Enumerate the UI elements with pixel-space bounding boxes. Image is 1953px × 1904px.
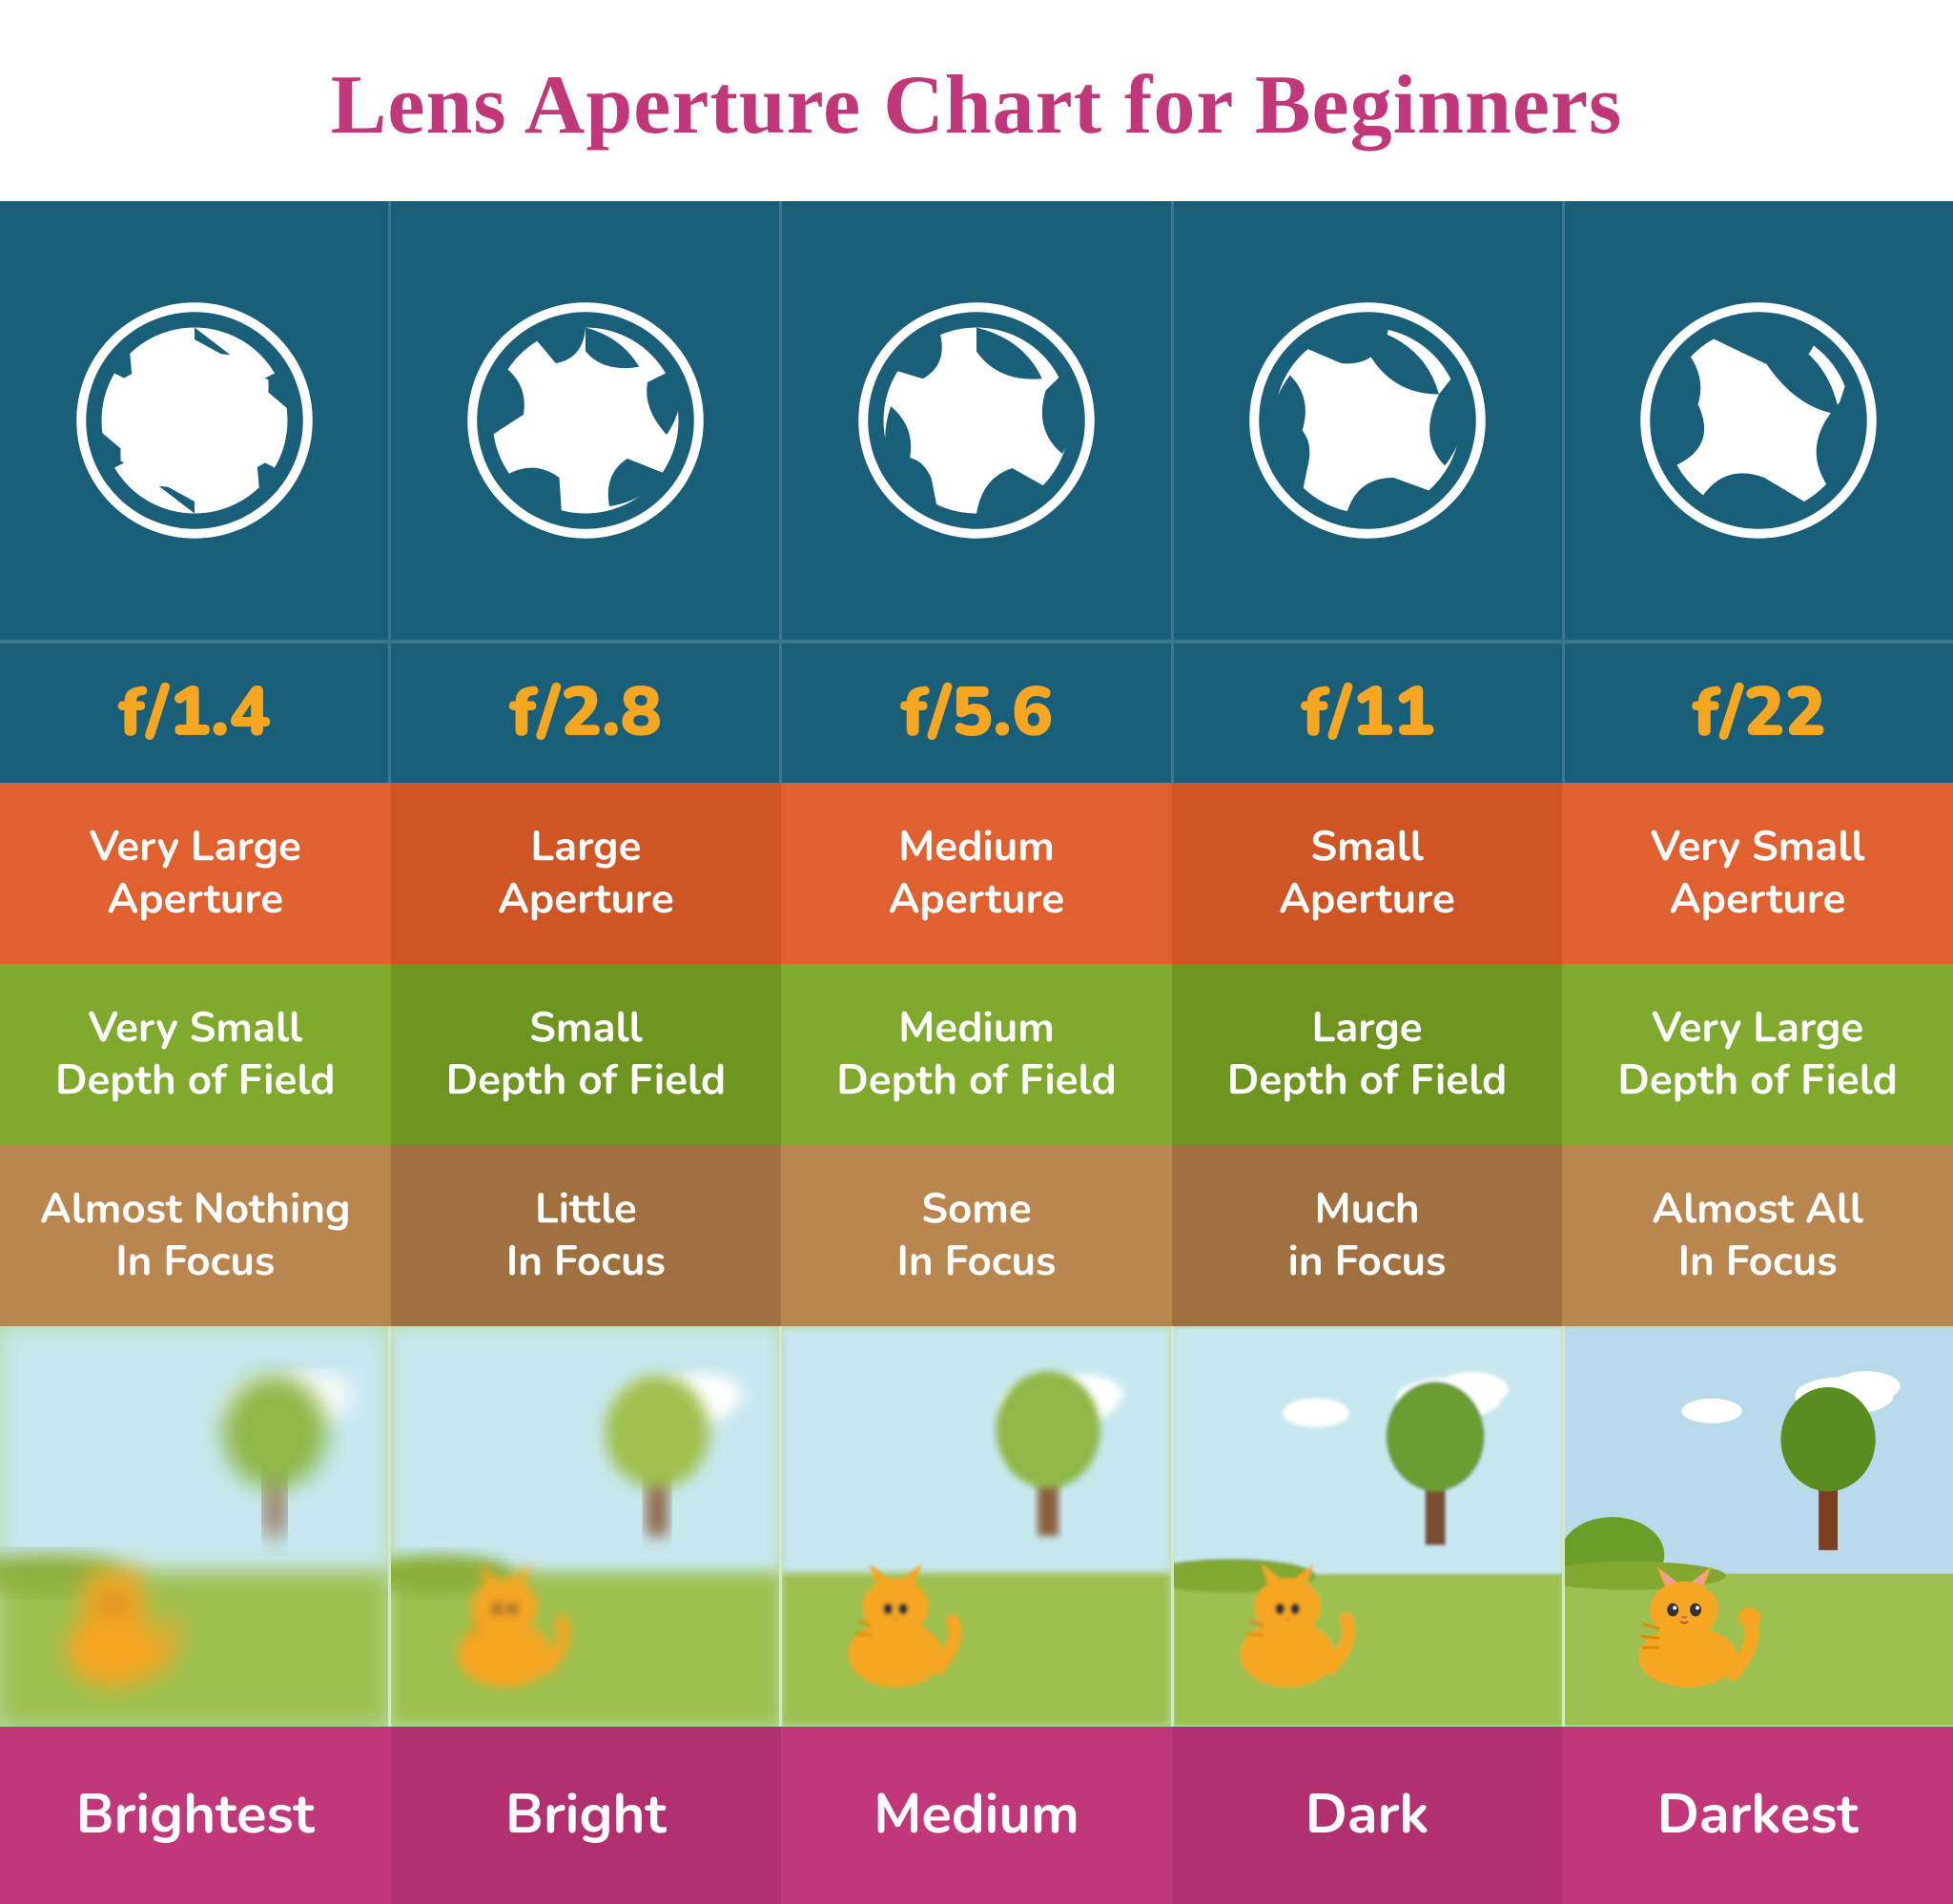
brightness-cell-2: Bright (391, 1727, 782, 1904)
focus-label-1: Almost NothingIn Focus (40, 1183, 351, 1288)
focus-label-5: Almost AllIn Focus (1652, 1183, 1863, 1288)
dof-label-1: Very SmallDepth of Field (55, 1002, 336, 1107)
fstop-value-2: f/2.8 (509, 670, 662, 756)
dof-cell-3: MediumDepth of Field (781, 964, 1172, 1145)
aperture-cell-4: SmallAperture (1172, 783, 1563, 964)
row-focus: Almost NothingIn Focus LittleIn Focus So… (0, 1145, 1953, 1326)
focus-label-2: LittleIn Focus (506, 1183, 666, 1288)
aperture-cell-1: Very LargeAperture (0, 783, 391, 964)
aperture-icon-5 (1639, 301, 1878, 540)
icon-cell-5 (1565, 201, 1953, 640)
scene-cell-2 (391, 1326, 782, 1727)
dof-cell-5: Very LargeDepth of Field (1562, 964, 1953, 1145)
chart: f/1.4 f/2.8 f/5.6 f/11 f/22 Very LargeAp… (0, 201, 1953, 1904)
dof-label-5: Very LargeDepth of Field (1617, 1002, 1898, 1107)
fstop-value-3: f/5.6 (900, 670, 1053, 756)
fstop-cell-2: f/2.8 (391, 640, 782, 783)
scene-svg-4 (1174, 1326, 1562, 1727)
scene-cell-4 (1174, 1326, 1565, 1727)
scene-cell-5 (1565, 1326, 1953, 1727)
dof-label-4: LargeDepth of Field (1227, 1002, 1508, 1107)
brightness-cell-3: Medium (781, 1727, 1172, 1904)
focus-cell-2: LittleIn Focus (391, 1145, 782, 1326)
aperture-label-5: Very SmallAperture (1651, 821, 1865, 926)
focus-cell-3: SomeIn Focus (781, 1145, 1172, 1326)
fstop-cell-4: f/11 (1174, 640, 1565, 783)
row-scene (0, 1326, 1953, 1727)
fstop-value-5: f/22 (1692, 670, 1825, 756)
dof-cell-4: LargeDepth of Field (1172, 964, 1563, 1145)
page: Lens Aperture Chart for Beginners (0, 0, 1953, 1904)
row-fstop: f/1.4 f/2.8 f/5.6 f/11 f/22 (0, 640, 1953, 783)
focus-cell-1: Almost NothingIn Focus (0, 1145, 391, 1326)
page-title: Lens Aperture Chart for Beginners (293, 0, 1661, 201)
brightness-cell-5: Darkest (1562, 1727, 1953, 1904)
focus-label-3: SomeIn Focus (896, 1183, 1056, 1288)
focus-label-4: Muchin Focus (1288, 1183, 1447, 1288)
focus-cell-5: Almost AllIn Focus (1562, 1145, 1953, 1326)
aperture-cell-5: Very SmallAperture (1562, 783, 1953, 964)
fstop-cell-3: f/5.6 (782, 640, 1173, 783)
aperture-label-2: LargeAperture (498, 821, 674, 926)
scene-svg-5 (1565, 1326, 1953, 1727)
icon-cell-2 (391, 201, 782, 640)
aperture-label-4: SmallAperture (1279, 821, 1455, 926)
brightness-label-3: Medium (874, 1781, 1079, 1851)
aperture-icon-1 (75, 301, 314, 540)
scene-svg-2 (391, 1326, 779, 1727)
fstop-value-4: f/11 (1301, 670, 1434, 756)
scene-cell-3 (782, 1326, 1173, 1727)
icon-cell-3 (782, 201, 1173, 640)
scene-svg-3 (782, 1326, 1170, 1727)
aperture-cell-3: MediumAperture (781, 783, 1172, 964)
scene-cell-1 (0, 1326, 391, 1727)
dof-label-3: MediumDepth of Field (836, 1002, 1117, 1107)
brightness-label-2: Bright (505, 1781, 667, 1851)
aperture-label-1: Very LargeAperture (90, 821, 301, 926)
brightness-label-4: Dark (1305, 1781, 1429, 1851)
icon-cell-4 (1174, 201, 1565, 640)
scene-svg-1 (0, 1326, 388, 1727)
aperture-label-3: MediumAperture (889, 821, 1065, 926)
brightness-cell-1: Brightest (0, 1727, 391, 1904)
dof-cell-2: SmallDepth of Field (391, 964, 782, 1145)
aperture-cell-2: LargeAperture (391, 783, 782, 964)
row-icons (0, 201, 1953, 640)
fstop-cell-5: f/22 (1565, 640, 1953, 783)
dof-label-2: SmallDepth of Field (446, 1002, 727, 1107)
aperture-icon-4 (1248, 301, 1487, 540)
dof-cell-1: Very SmallDepth of Field (0, 964, 391, 1145)
row-aperture: Very LargeAperture LargeAperture MediumA… (0, 783, 1953, 964)
icon-cell-1 (0, 201, 391, 640)
brightness-label-5: Darkest (1657, 1781, 1859, 1851)
row-dof: Very SmallDepth of Field SmallDepth of F… (0, 964, 1953, 1145)
focus-cell-4: Muchin Focus (1172, 1145, 1563, 1326)
aperture-icon-2 (466, 301, 705, 540)
row-brightness: Brightest Bright Medium Dark Darkest (0, 1727, 1953, 1904)
aperture-icon-3 (857, 301, 1096, 540)
fstop-value-1: f/1.4 (118, 670, 271, 756)
brightness-cell-4: Dark (1172, 1727, 1563, 1904)
fstop-cell-1: f/1.4 (0, 640, 391, 783)
brightness-label-1: Brightest (76, 1781, 315, 1851)
